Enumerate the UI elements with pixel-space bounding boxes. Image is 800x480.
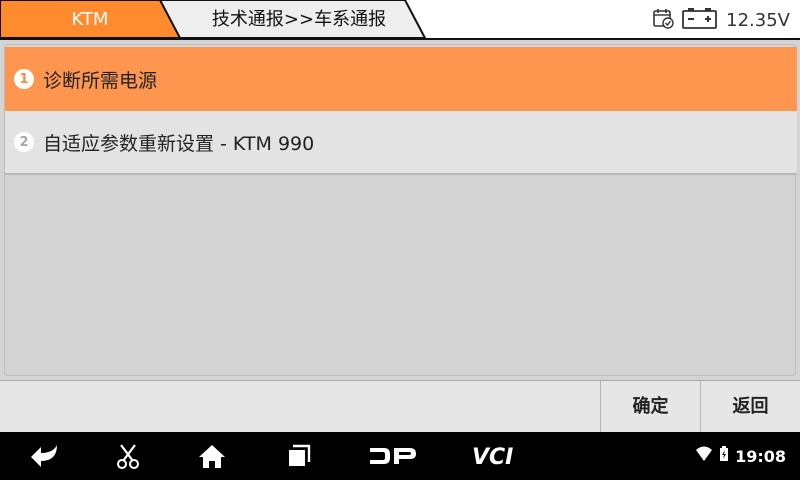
main-content: 1 诊断所需电源 2 自适应参数重新设置 - KTM 990: [0, 40, 800, 380]
svg-text:VCI: VCI: [472, 445, 513, 467]
wifi-icon: [695, 446, 713, 466]
list-item-label: 自适应参数重新设置 - KTM 990: [43, 132, 315, 155]
home-icon[interactable]: [190, 432, 234, 480]
tab-brand[interactable]: KTM: [0, 0, 180, 40]
vci-logo[interactable]: VCI: [466, 432, 530, 480]
calendar-check-icon[interactable]: [652, 7, 674, 33]
status-area: 12.35V: [652, 0, 800, 40]
title-bar: KTM 技术通报>>车系通报 12.35V: [0, 0, 800, 40]
system-status: 19:08: [695, 432, 786, 480]
confirm-button[interactable]: 确定: [600, 381, 700, 433]
battery-icon: [682, 6, 718, 34]
tab-path[interactable]: 技术通报>>车系通报: [180, 0, 418, 40]
back-icon[interactable]: [22, 432, 66, 480]
voltage-readout: 12.35V: [726, 9, 790, 31]
battery-status-icon: [719, 446, 729, 466]
item-number-badge: 1: [14, 69, 34, 89]
system-nav-bar: VCI 19:08: [0, 432, 800, 480]
action-bar: 确定 返回: [0, 380, 800, 433]
list-item-label: 诊断所需电源: [43, 69, 158, 92]
dp-logo[interactable]: [362, 432, 422, 480]
list-item[interactable]: 2 自适应参数重新设置 - KTM 990: [5, 111, 797, 175]
recent-apps-icon[interactable]: [276, 432, 320, 480]
clock: 19:08: [735, 446, 786, 466]
menu-list: 1 诊断所需电源 2 自适应参数重新设置 - KTM 990: [4, 44, 797, 376]
back-button[interactable]: 返回: [700, 381, 800, 433]
list-item[interactable]: 1 诊断所需电源: [5, 47, 797, 111]
scissors-icon[interactable]: [106, 432, 150, 480]
item-number-badge: 2: [14, 132, 34, 152]
